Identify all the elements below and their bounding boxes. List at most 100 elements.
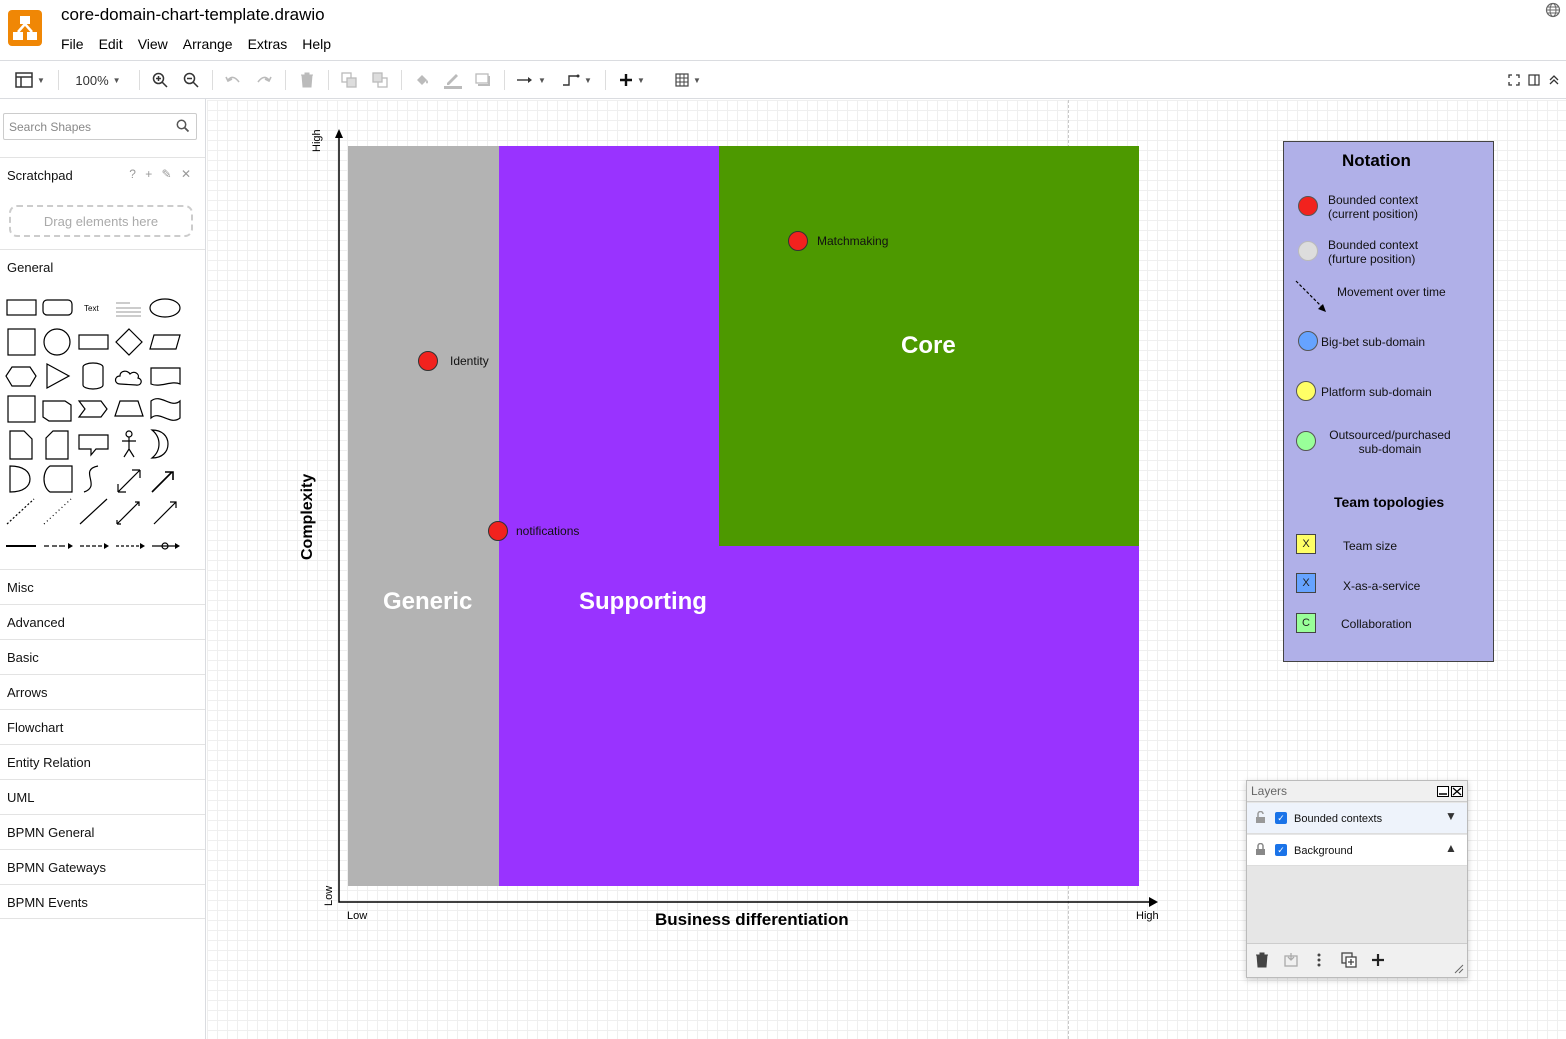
- move-up-icon[interactable]: ▲: [1445, 841, 1457, 855]
- menu-arrange[interactable]: Arrange: [183, 36, 233, 54]
- resize-grip-icon[interactable]: [1454, 964, 1464, 974]
- format-panel-button[interactable]: [1526, 61, 1542, 99]
- fill-color-button[interactable]: [412, 61, 432, 99]
- zoom-dropdown[interactable]: 100% ▼: [66, 61, 130, 99]
- scratchpad-dropzone[interactable]: Drag elements here: [9, 205, 193, 237]
- trapezoid-shape[interactable]: [114, 400, 144, 417]
- fullscreen-button[interactable]: [1506, 61, 1522, 99]
- text-shape[interactable]: Text: [84, 304, 99, 313]
- parallelogram-shape[interactable]: [149, 334, 181, 350]
- connection-style-dropdown[interactable]: ▼: [513, 61, 549, 99]
- layers-panel-header[interactable]: Layers: [1247, 781, 1467, 802]
- line-color-button[interactable]: [442, 61, 464, 99]
- document-shape[interactable]: [150, 367, 181, 386]
- layer-row-background[interactable]: ✓ Background ▲: [1247, 835, 1467, 866]
- redo-button[interactable]: [254, 61, 274, 99]
- lock-icon[interactable]: [1255, 843, 1266, 855]
- menu-view[interactable]: View: [138, 36, 168, 54]
- dotted-line-shape[interactable]: [43, 498, 72, 525]
- section-bpmn-general[interactable]: BPMN General: [0, 814, 205, 849]
- waypoints-dropdown[interactable]: ▼: [559, 61, 595, 99]
- ellipse-shape[interactable]: [149, 298, 181, 318]
- menu-edit[interactable]: Edit: [99, 36, 123, 54]
- cube-shape[interactable]: [42, 400, 72, 422]
- section-basic[interactable]: Basic: [0, 639, 205, 674]
- notation-legend[interactable]: Notation Bounded context (current positio…: [1283, 141, 1494, 662]
- bounded-context-identity[interactable]: [418, 351, 438, 371]
- triangle-shape[interactable]: [46, 362, 71, 390]
- insert-dropdown[interactable]: ▼: [614, 61, 650, 99]
- tape-shape[interactable]: [150, 398, 181, 421]
- directional-line-shape[interactable]: [153, 501, 177, 525]
- rectangle-shape[interactable]: [6, 299, 37, 316]
- language-globe-icon[interactable]: [1545, 2, 1561, 23]
- document-title[interactable]: core-domain-chart-template.drawio: [61, 5, 325, 25]
- close-icon[interactable]: [1451, 786, 1463, 797]
- note-shape[interactable]: [9, 430, 33, 460]
- diagram-canvas[interactable]: Generic Supporting Core High Low Complex…: [207, 100, 1566, 1039]
- line-shape[interactable]: [79, 498, 108, 525]
- to-back-button[interactable]: [370, 61, 390, 99]
- shadow-button[interactable]: [473, 61, 493, 99]
- layer-visible-checkbox[interactable]: ✓: [1275, 844, 1287, 856]
- hexagon-shape[interactable]: [5, 366, 37, 387]
- undo-button[interactable]: [223, 61, 243, 99]
- storage-shape[interactable]: [43, 465, 73, 493]
- callout-shape[interactable]: [78, 434, 109, 457]
- delete-button[interactable]: [297, 61, 317, 99]
- search-shapes-input[interactable]: Search Shapes: [3, 113, 197, 140]
- bounded-context-notifications[interactable]: [488, 521, 508, 541]
- zoom-out-button[interactable]: [181, 61, 201, 99]
- move-down-icon[interactable]: ▼: [1445, 809, 1457, 823]
- curve-shape[interactable]: [83, 465, 99, 493]
- actor-shape[interactable]: [122, 437, 136, 458]
- cloud-shape[interactable]: [114, 370, 142, 386]
- bidirectional-arrow-shape[interactable]: [117, 469, 141, 493]
- section-misc[interactable]: Misc: [0, 569, 205, 604]
- to-front-button[interactable]: [339, 61, 359, 99]
- section-bpmn-gateways[interactable]: BPMN Gateways: [0, 849, 205, 884]
- bidirectional-line-shape[interactable]: [116, 501, 140, 525]
- layer-visible-checkbox[interactable]: ✓: [1275, 812, 1287, 824]
- delay-shape[interactable]: [9, 465, 31, 493]
- search-icon[interactable]: [176, 119, 190, 133]
- square-shape[interactable]: [7, 328, 36, 356]
- section-advanced[interactable]: Advanced: [0, 604, 205, 639]
- section-uml[interactable]: UML: [0, 779, 205, 814]
- dashed-line-shape[interactable]: [6, 498, 35, 525]
- menu-file[interactable]: File: [61, 36, 84, 54]
- layers-panel[interactable]: Layers ✓ Bounded contexts ▼ ✓ Background…: [1246, 780, 1468, 978]
- card-shape[interactable]: [45, 430, 69, 460]
- diamond-shape[interactable]: [115, 328, 143, 356]
- step-shape[interactable]: [77, 400, 108, 418]
- section-scratchpad[interactable]: Scratchpad ? + ✎ ✕: [0, 157, 205, 192]
- or-shape[interactable]: [150, 429, 169, 459]
- collapse-toolbar-button[interactable]: [1546, 61, 1562, 99]
- circle-shape[interactable]: [43, 328, 71, 356]
- add-layer-icon[interactable]: [1371, 953, 1385, 967]
- section-entity-relation[interactable]: Entity Relation: [0, 744, 205, 779]
- move-selection-icon[interactable]: [1284, 952, 1298, 967]
- scratchpad-tools-icons[interactable]: ? + ✎ ✕: [129, 167, 194, 181]
- process-shape[interactable]: [78, 334, 109, 350]
- arrow-shape[interactable]: [151, 471, 174, 493]
- table-dropdown[interactable]: ▼: [670, 61, 706, 99]
- cylinder-shape[interactable]: [82, 362, 104, 390]
- duplicate-layer-icon[interactable]: [1341, 952, 1357, 968]
- zoom-in-button[interactable]: [150, 61, 170, 99]
- more-options-icon[interactable]: [1317, 952, 1321, 968]
- menu-help[interactable]: Help: [302, 36, 331, 54]
- menu-extras[interactable]: Extras: [248, 36, 288, 54]
- unlock-icon[interactable]: [1255, 811, 1266, 823]
- section-arrows[interactable]: Arrows: [0, 674, 205, 709]
- general-shapes-palette[interactable]: Text: [0, 289, 206, 569]
- delete-layer-icon[interactable]: [1255, 952, 1269, 968]
- section-bpmn-events[interactable]: BPMN Events: [0, 884, 205, 919]
- layer-row-bounded-contexts[interactable]: ✓ Bounded contexts ▼: [1247, 803, 1467, 834]
- section-flowchart[interactable]: Flowchart: [0, 709, 205, 744]
- format-panel-toggle-button[interactable]: ▼: [10, 61, 50, 99]
- container-shape[interactable]: [7, 395, 36, 423]
- section-general[interactable]: General: [0, 249, 205, 284]
- minimize-icon[interactable]: [1437, 786, 1449, 797]
- rounded-rectangle-shape[interactable]: [42, 299, 73, 316]
